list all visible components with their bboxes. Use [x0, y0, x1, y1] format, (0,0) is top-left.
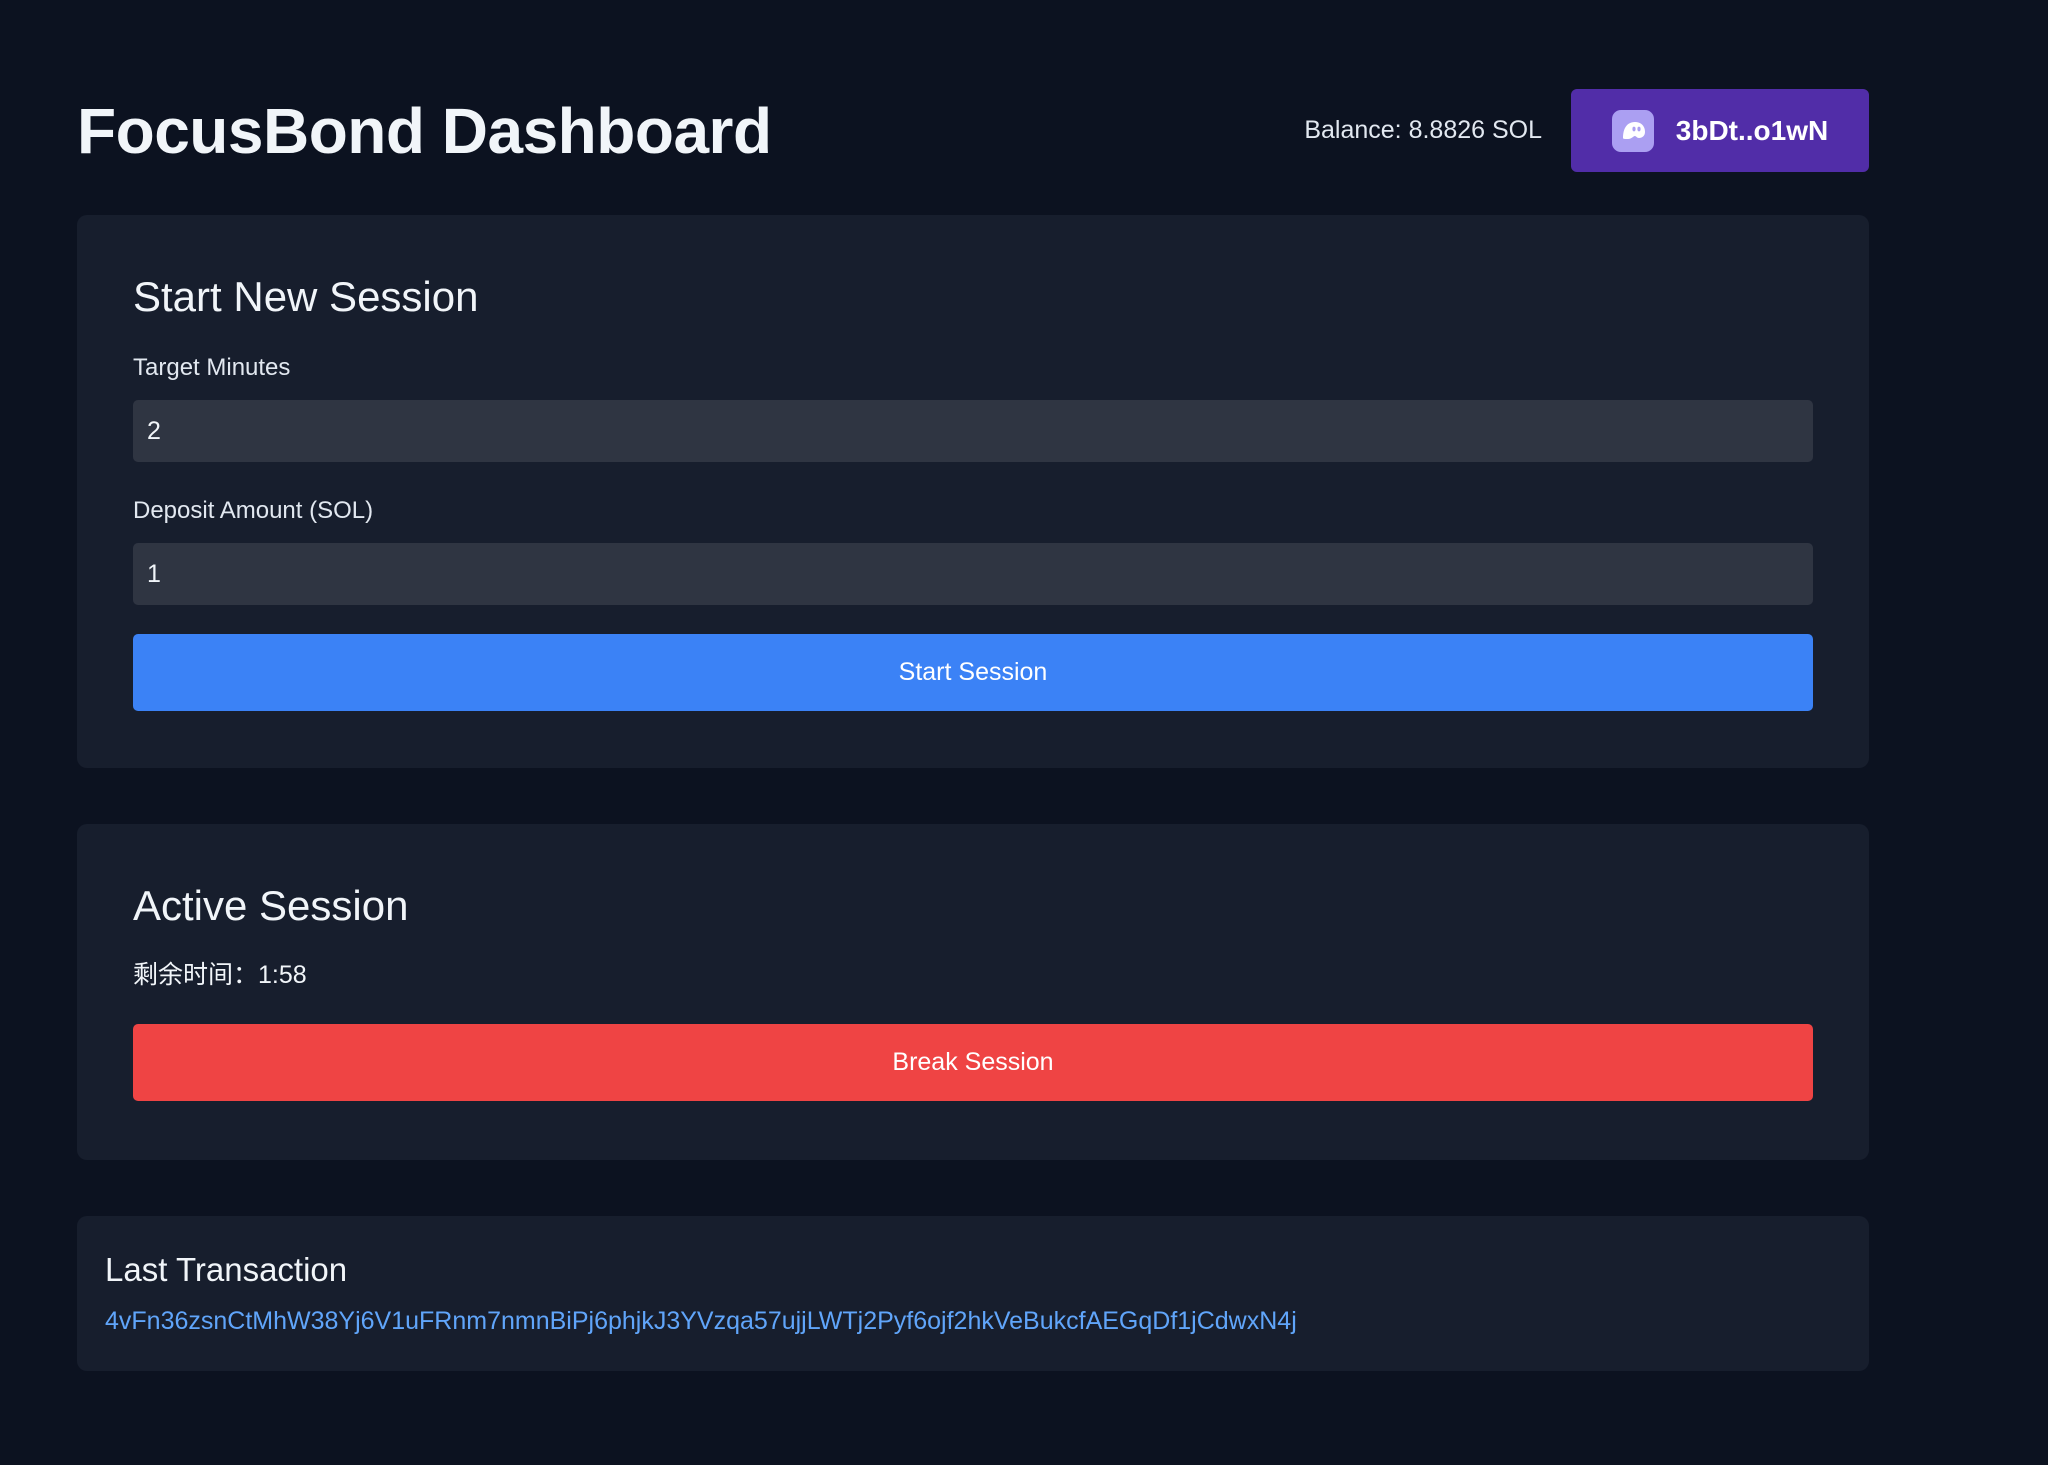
break-session-button[interactable]: Break Session — [133, 1024, 1813, 1101]
start-session-card: Start New Session Target Minutes Deposit… — [77, 215, 1869, 768]
balance-text: Balance: 8.8826 SOL — [1304, 116, 1542, 144]
last-transaction-card: Last Transaction 4vFn36zsnCtMhW38Yj6V1uF… — [77, 1216, 1869, 1371]
transaction-signature-link[interactable]: 4vFn36zsnCtMhW38Yj6V1uFRnm7nmnBiPj6phjkJ… — [105, 1305, 1841, 1337]
active-session-card: Active Session 剩余时间：1:58 Break Session — [77, 824, 1869, 1160]
start-session-heading: Start New Session — [133, 273, 479, 320]
page-title: FocusBond Dashboard — [77, 94, 772, 167]
active-session-heading: Active Session — [133, 882, 409, 929]
last-transaction-heading: Last Transaction — [105, 1251, 348, 1288]
deposit-amount-input[interactable] — [133, 543, 1813, 605]
wallet-address: 3bDt..o1wN — [1675, 114, 1829, 146]
target-minutes-input[interactable] — [133, 400, 1813, 462]
wallet-button[interactable]: 3bDt..o1wN — [1571, 89, 1869, 172]
phantom-ghost-icon — [1611, 109, 1654, 152]
target-minutes-label: Target Minutes — [133, 354, 291, 381]
deposit-amount-label: Deposit Amount (SOL) — [133, 497, 374, 524]
remaining-time: 剩余时间：1:58 — [133, 961, 307, 989]
page-header: FocusBond Dashboard Balance: 8.8826 SOL … — [77, 89, 1869, 172]
wallet-area: Balance: 8.8826 SOL 3bDt..o1wN — [1304, 89, 1869, 172]
start-session-button[interactable]: Start Session — [133, 634, 1813, 711]
